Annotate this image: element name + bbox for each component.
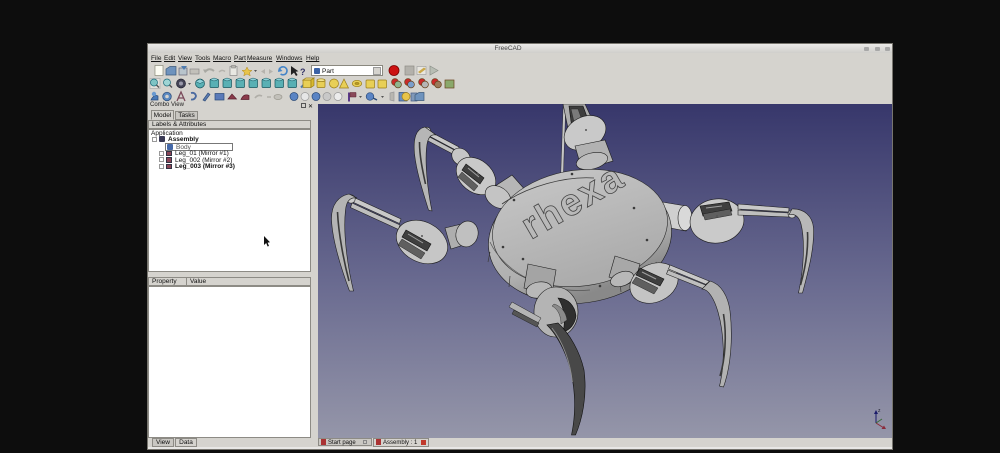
svg-text:?: ?: [300, 67, 306, 77]
